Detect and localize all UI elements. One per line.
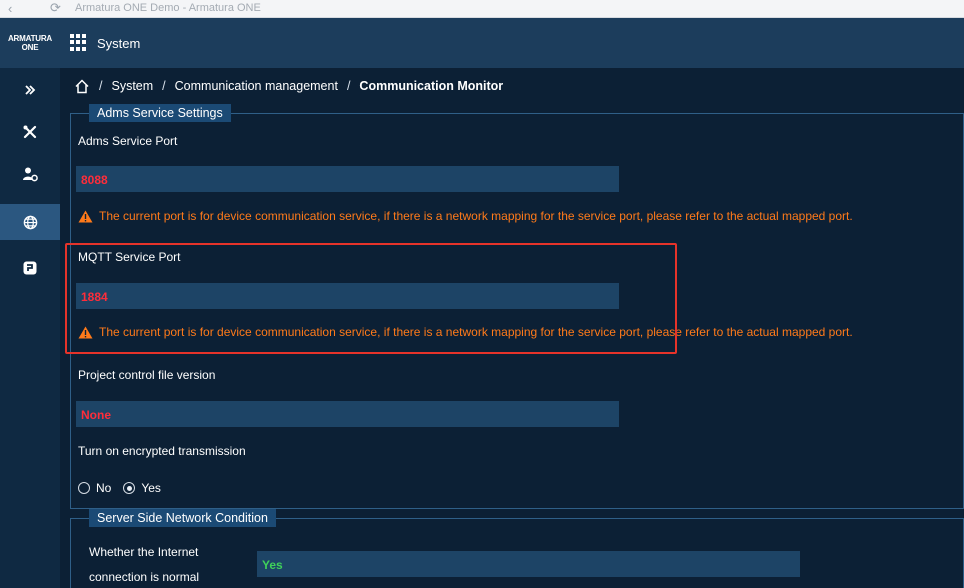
encryption-yes-radio[interactable]	[123, 482, 136, 494]
project-control-file-version-label: Project control file version	[78, 368, 216, 382]
double-chevron-right-icon	[25, 85, 36, 95]
adms-service-settings-legend: Adms Service Settings	[89, 104, 231, 122]
breadcrumb-communication-monitor: Communication Monitor	[359, 79, 504, 93]
adms-service-port-field[interactable]: 8088	[76, 166, 619, 192]
encryption-yes-label[interactable]: Yes	[141, 481, 161, 495]
breadcrumb-system[interactable]: System	[111, 79, 153, 93]
adms-service-port-label: Adms Service Port	[78, 134, 178, 148]
user-settings-menu-button[interactable]	[0, 156, 60, 192]
app-header: ARMATURA ONE System	[0, 18, 964, 68]
tools-icon	[23, 125, 37, 139]
tools-menu-button[interactable]	[0, 114, 60, 150]
reload-icon[interactable]: ⟳	[50, 0, 61, 16]
breadcrumb-separator: /	[346, 79, 351, 93]
project-control-file-version-field[interactable]: None	[76, 401, 619, 427]
encrypted-transmission-label: Turn on encrypted transmission	[78, 444, 246, 458]
user-settings-icon	[23, 167, 38, 182]
mqtt-highlight-box	[65, 243, 677, 354]
internet-connection-status-field: Yes	[257, 551, 800, 577]
browser-tab-title[interactable]: Armatura ONE Demo - Armatura ONE	[75, 2, 261, 14]
app-title: System	[97, 36, 141, 51]
encryption-no-radio[interactable]	[78, 482, 90, 494]
server-network-condition-legend: Server Side Network Condition	[89, 509, 276, 527]
back-arrow-icon[interactable]: ‹	[8, 1, 12, 16]
breadcrumb-separator: /	[99, 79, 103, 93]
globe-icon	[23, 215, 37, 229]
breadcrumb: / System / Communication management / Co…	[74, 76, 503, 96]
internet-connection-label-line2: connection is normal	[89, 570, 200, 584]
app-grid-icon[interactable]	[70, 34, 87, 51]
left-nav-rail	[0, 68, 60, 588]
home-icon[interactable]	[74, 78, 90, 94]
logo-text-line2: ONE	[21, 43, 39, 52]
armatura-logo[interactable]: ARMATURA ONE	[0, 18, 60, 68]
breadcrumb-communication-management[interactable]: Communication management	[175, 79, 338, 93]
communication-menu-button[interactable]	[0, 250, 60, 286]
adms-port-warning-text: The current port is for device communica…	[99, 209, 853, 223]
expand-menu-button[interactable]	[0, 72, 60, 108]
network-menu-button[interactable]	[0, 204, 60, 240]
browser-tab-strip: ‹ ⟳ Armatura ONE Demo - Armatura ONE	[0, 0, 964, 18]
encrypted-transmission-radio-group: No Yes	[78, 480, 161, 496]
encryption-no-label[interactable]: No	[96, 481, 111, 495]
communication-icon	[23, 261, 37, 275]
logo-text-line1: ARMATURA	[7, 34, 53, 43]
breadcrumb-separator: /	[162, 79, 166, 93]
internet-connection-label-line1: Whether the Internet	[89, 545, 199, 559]
warning-icon	[78, 210, 93, 222]
adms-port-warning: The current port is for device communica…	[78, 207, 853, 225]
